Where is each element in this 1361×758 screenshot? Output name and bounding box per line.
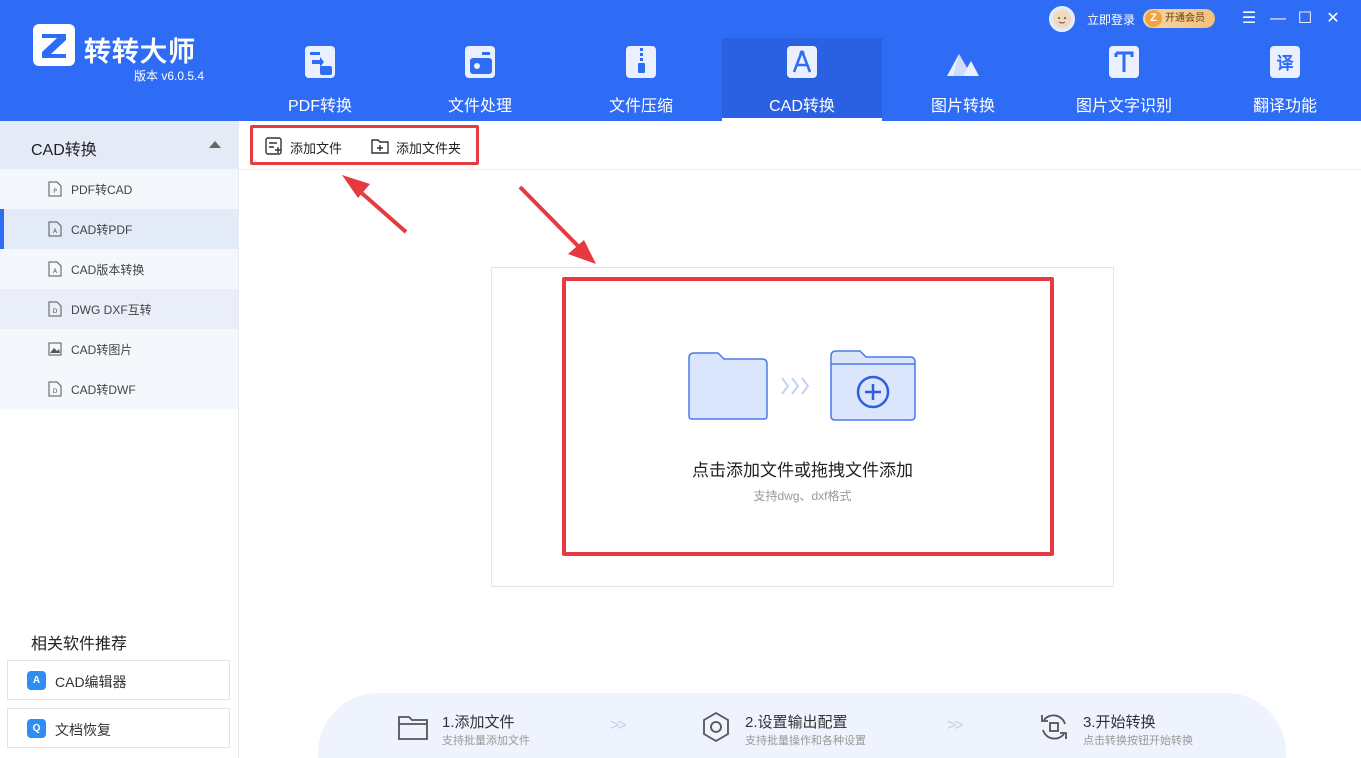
vip-logo-icon: Z — [1145, 10, 1162, 27]
svg-text:D: D — [53, 388, 58, 395]
dropzone-subtitle: 支持dwg、dxf格式 — [753, 489, 852, 503]
sidebar-section-header[interactable]: CAD转换 — [0, 121, 238, 169]
step-subtitle: 支持批量操作和各种设置 — [745, 735, 866, 747]
convert-icon — [1041, 714, 1067, 740]
sidebar-item-label: CAD转DWF — [71, 383, 136, 397]
sidebar-item-cad-to-pdf[interactable]: A CAD转PDF — [0, 209, 238, 249]
file-process-icon — [465, 46, 495, 78]
sidebar-item-cad-to-image[interactable]: CAD转图片 — [0, 329, 238, 369]
step-title: 1.添加文件 — [442, 714, 515, 731]
sidebar-item-cad-to-dwf[interactable]: D CAD转DWF — [0, 369, 238, 409]
svg-text:译: 译 — [1277, 54, 1295, 74]
arrow-to-dropzone — [518, 185, 596, 264]
pdf-convert-icon — [305, 46, 335, 78]
folder-to-folder-icon — [688, 350, 916, 421]
vip-button[interactable]: Z 开通会员 — [1143, 9, 1215, 28]
steps-bar: 1.添加文件 支持批量添加文件 >> 2.设置输出配置 支持批量操作和各种设置 … — [318, 693, 1286, 758]
user-avatar-icon — [1053, 10, 1071, 28]
app-version: 版本 v6.0.5.4 — [134, 69, 205, 83]
pdf-file-icon: P — [48, 181, 62, 197]
arrow-to-toolbar — [342, 175, 408, 234]
step-separator-icon: >> — [610, 717, 627, 734]
step-title: 3.开始转换 — [1083, 714, 1156, 731]
sidebar-item-pdf-to-cad[interactable]: P PDF转CAD — [0, 169, 238, 209]
settings-icon — [703, 711, 729, 743]
app-name: 转转大师 — [84, 37, 196, 67]
dwg-file-icon: D — [48, 301, 62, 317]
dropzone-title: 点击添加文件或拖拽文件添加 — [692, 461, 913, 480]
app-logo-icon — [33, 24, 75, 66]
sidebar-item-label: DWG DXF互转 — [71, 303, 152, 317]
tab-image-convert[interactable]: 图片转换 — [883, 38, 1043, 121]
avatar[interactable] — [1049, 6, 1075, 32]
doc-recovery-icon: Q — [27, 719, 46, 738]
dwf-file-icon: D — [48, 381, 62, 397]
svg-text:P: P — [53, 188, 57, 195]
menu-icon[interactable]: ☰ — [1238, 8, 1260, 30]
svg-text:D: D — [53, 308, 58, 315]
title-bar: 转转大师 版本 v6.0.5.4 PDF转换 文件处理 文件压缩 CAD转换 图… — [0, 0, 1361, 121]
tab-label: 图片转换 — [930, 98, 995, 115]
tab-ocr[interactable]: 图片文字识别 — [1044, 38, 1204, 121]
recommend-doc-recovery[interactable]: Q 文档恢复 — [7, 708, 230, 748]
file-compress-icon — [626, 46, 656, 78]
tab-label: 图片文字识别 — [1075, 98, 1172, 115]
tab-label: CAD转换 — [769, 98, 835, 115]
recommend-label: CAD编辑器 — [55, 674, 127, 690]
sidebar-section-title: CAD转换 — [31, 142, 97, 159]
tab-label: 翻译功能 — [1252, 98, 1317, 115]
annotation-arrows — [342, 175, 596, 264]
tab-file-process[interactable]: 文件处理 — [400, 38, 560, 121]
cad-editor-icon: A — [27, 671, 46, 690]
recommend-cad-editor[interactable]: A CAD编辑器 — [7, 660, 230, 700]
step-subtitle: 支持批量添加文件 — [442, 735, 530, 747]
cad-file-icon: A — [48, 261, 62, 277]
tab-cad-convert[interactable]: CAD转换 — [722, 38, 882, 121]
svg-text:A: A — [53, 228, 58, 235]
svg-text:A: A — [53, 268, 58, 275]
tab-pdf-convert[interactable]: PDF转换 — [240, 38, 400, 121]
image-convert-icon — [947, 54, 979, 76]
close-icon[interactable]: ✕ — [1322, 8, 1344, 30]
image-file-icon — [48, 342, 62, 356]
recommend-label: 文档恢复 — [55, 722, 111, 738]
tab-label: 文件处理 — [447, 98, 512, 115]
sidebar-item-label: CAD转图片 — [71, 343, 133, 357]
tab-label: PDF转换 — [287, 98, 352, 115]
maximize-icon[interactable]: ☐ — [1294, 8, 1316, 30]
cad-file-icon: A — [48, 221, 62, 237]
toolbar-highlight-box — [250, 125, 479, 165]
minimize-icon[interactable]: — — [1267, 8, 1289, 30]
sidebar-item-dwg-dxf[interactable]: D DWG DXF互转 — [0, 289, 238, 329]
step-subtitle: 点击转换按钮开始转换 — [1083, 735, 1193, 747]
sidebar-item-label: CAD版本转换 — [71, 263, 145, 277]
sidebar-item-label: CAD转PDF — [71, 223, 133, 237]
sidebar: CAD转换 P PDF转CAD A CAD转PDF A CAD版本转换 D DW… — [0, 121, 239, 758]
sidebar-item-cad-version[interactable]: A CAD版本转换 — [0, 249, 238, 289]
step-separator-icon: >> — [947, 717, 964, 734]
tab-label: 文件压缩 — [608, 98, 673, 115]
translate-icon: 译 — [1270, 46, 1300, 78]
tab-file-compress[interactable]: 文件压缩 — [561, 38, 721, 121]
step-title: 2.设置输出配置 — [745, 714, 848, 731]
vip-label: 开通会员 — [1165, 13, 1205, 24]
sidebar-item-label: PDF转CAD — [71, 183, 133, 197]
tab-translate[interactable]: 译 翻译功能 — [1205, 38, 1361, 121]
ocr-icon — [1109, 46, 1139, 78]
folder-icon — [398, 716, 428, 740]
collapse-caret-icon[interactable] — [209, 141, 221, 148]
recommend-title: 相关软件推荐 — [31, 636, 128, 653]
login-link[interactable]: 立即登录 — [1087, 11, 1135, 28]
cad-convert-icon — [787, 46, 817, 78]
